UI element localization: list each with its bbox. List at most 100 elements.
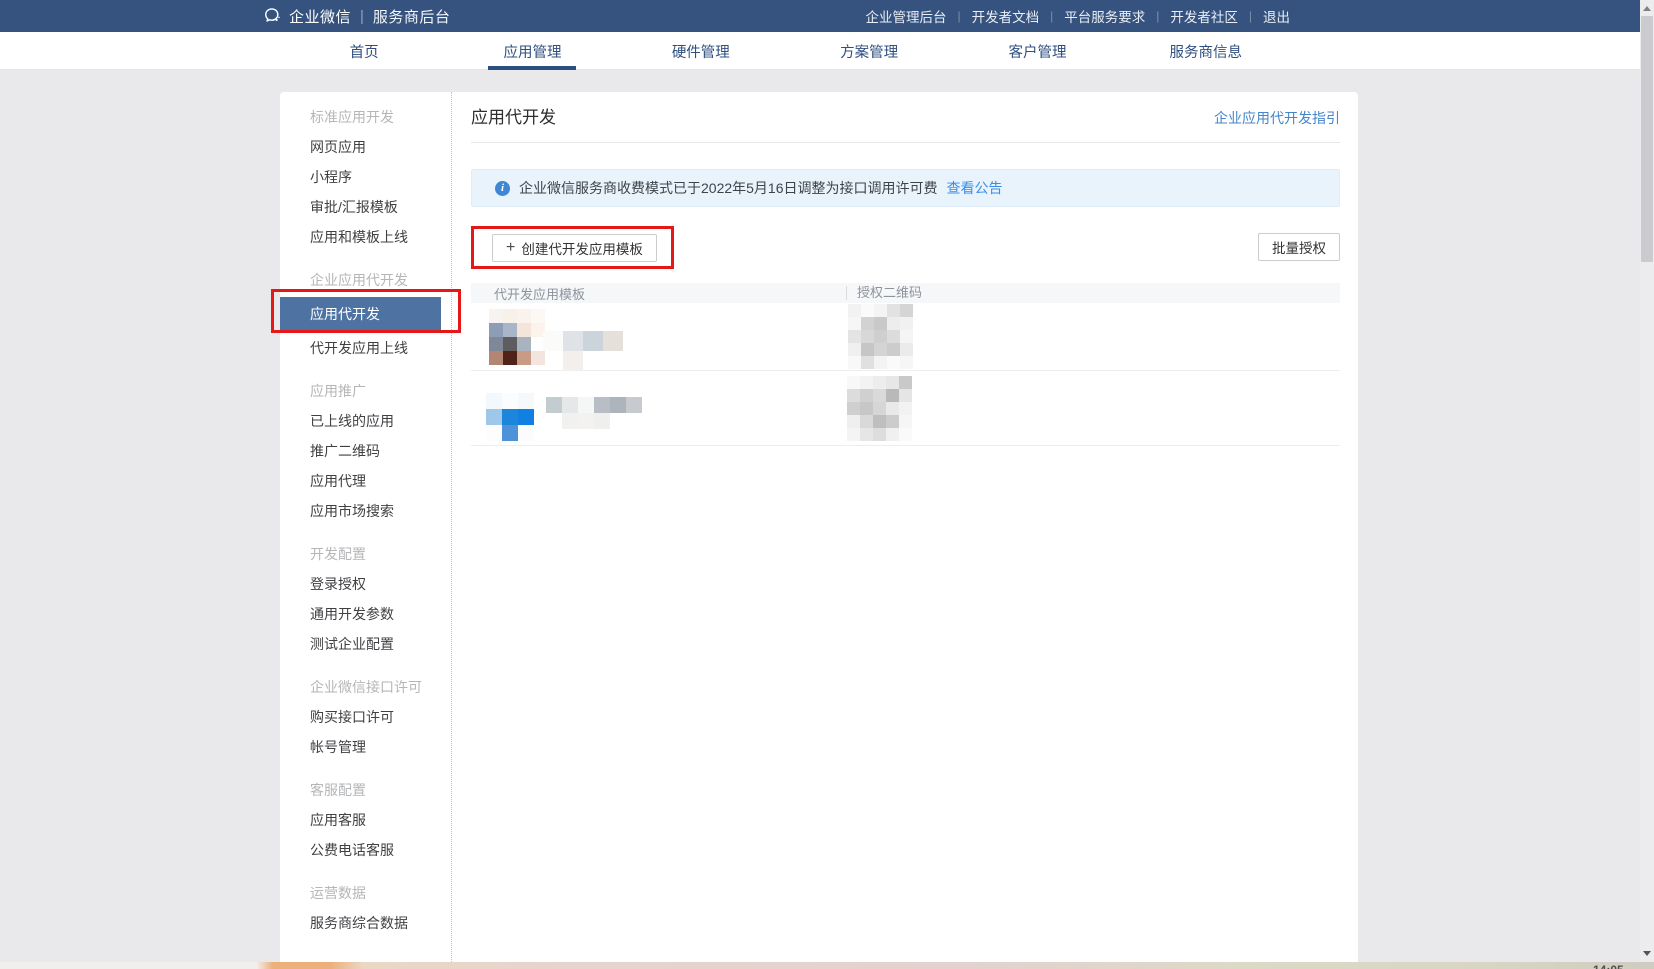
notice-banner: i 企业微信服务商收费模式已于2022年5月16日调整为接口调用许可费 查看公告: [471, 169, 1340, 207]
sidebar-item[interactable]: 登录授权: [280, 569, 451, 599]
scroll-up-arrow[interactable]: [1640, 1, 1654, 15]
nav-tab[interactable]: 服务商信息: [1122, 32, 1290, 70]
sidebar-group: 开发配置登录授权通用开发参数测试企业配置: [280, 539, 451, 659]
main-card: 标准应用开发网页应用小程序审批/汇报模板应用和模板上线企业应用代开发应用代开发代…: [280, 92, 1358, 962]
sidebar-item[interactable]: 应用和模板上线: [280, 222, 451, 252]
brand-logo[interactable]: 企业微信 | 服务商后台: [262, 6, 450, 27]
sidebar-item[interactable]: 推广二维码: [280, 436, 451, 466]
blurred-qr-code-2: [847, 376, 912, 441]
sidebar-item[interactable]: 网页应用: [280, 132, 451, 162]
topbar-link[interactable]: 企业管理后台: [866, 6, 947, 26]
nav-tab[interactable]: 首页: [280, 32, 448, 70]
brand-subtitle: 服务商后台: [373, 6, 451, 27]
batch-authorize-button[interactable]: 批量授权: [1258, 233, 1340, 261]
qr-cell: [846, 371, 1340, 445]
sidebar-group: 应用推广已上线的应用推广二维码应用代理应用市场搜索: [280, 376, 451, 526]
topbar-links: 企业管理后台|开发者文档|平台服务要求|开发者社区|退出: [866, 6, 1291, 26]
triangle-down-icon: [1643, 951, 1651, 956]
topbar-link-separator: |: [958, 9, 961, 23]
taskbar-clock: 14:05: [1593, 963, 1624, 969]
nav-tab-label: 硬件管理: [672, 41, 730, 62]
nav-tabs: 首页 应用管理 硬件管理 方案管理 客户管理 服务商信息: [280, 32, 1290, 70]
nav-tab-label: 客户管理: [1008, 41, 1066, 62]
page-title: 应用代开发: [471, 105, 556, 131]
sidebar-item[interactable]: 帐号管理: [280, 732, 451, 762]
topbar-link[interactable]: 退出: [1263, 6, 1290, 26]
sidebar-group-header: 企业微信接口许可: [280, 672, 451, 702]
table-row[interactable]: [471, 371, 1340, 446]
sidebar-group: 客服配置应用客服公费电话客服: [280, 775, 451, 865]
nav-tab-label: 服务商信息: [1170, 41, 1243, 62]
sidebar-group: 运营数据服务商综合数据: [280, 878, 451, 938]
sidebar-item[interactable]: 已上线的应用: [280, 406, 451, 436]
sidebar-item[interactable]: 小程序: [280, 162, 451, 192]
topbar-link[interactable]: 开发者文档: [972, 6, 1040, 26]
scrollbar-thumb[interactable]: [1641, 16, 1653, 262]
topbar-link[interactable]: 平台服务要求: [1064, 6, 1145, 26]
sidebar-item[interactable]: 审批/汇报模板: [280, 192, 451, 222]
sidebar-item[interactable]: 公费电话客服: [280, 835, 451, 865]
taskbar-strip: 14:05: [0, 962, 1654, 969]
sidebar-group-header: 客服配置: [280, 775, 451, 805]
notice-link[interactable]: 查看公告: [947, 178, 1003, 198]
sidebar-item[interactable]: 应用代理: [280, 466, 451, 496]
topbar-link-separator: |: [1156, 9, 1159, 23]
plus-icon: +: [506, 240, 515, 256]
brand-name: 企业微信: [289, 6, 351, 27]
blurred-app-icon-1: [489, 309, 545, 365]
nav-tab-label: 首页: [350, 41, 379, 62]
nav-tab[interactable]: 应用管理: [448, 32, 616, 70]
sidebar-item[interactable]: 应用客服: [280, 805, 451, 835]
sidebar-item[interactable]: 应用市场搜索: [280, 496, 451, 526]
sidebar-group-header: 运营数据: [280, 878, 451, 908]
templates-table: 代开发应用模板 授权二维码: [471, 283, 1340, 446]
sidebar-group: 企业应用代开发应用代开发代开发应用上线: [280, 265, 451, 363]
sidebar-item[interactable]: 服务商综合数据: [280, 908, 451, 938]
sidebar-item[interactable]: 应用代开发: [280, 297, 441, 331]
brand-divider: |: [360, 8, 364, 25]
sidebar-item[interactable]: 购买接口许可: [280, 702, 451, 732]
table-header: 代开发应用模板 授权二维码: [471, 283, 1340, 303]
nav-tab[interactable]: 方案管理: [785, 32, 953, 70]
template-cell: [471, 371, 846, 445]
topbar-link-separator: |: [1249, 9, 1252, 23]
sidebar-item[interactable]: 测试企业配置: [280, 629, 451, 659]
topbar-link[interactable]: 开发者社区: [1170, 6, 1238, 26]
guide-link[interactable]: 企业应用代开发指引: [1214, 108, 1340, 128]
create-template-label: 创建代开发应用模板: [521, 238, 643, 258]
nav-tab[interactable]: 硬件管理: [617, 32, 785, 70]
scroll-down-arrow[interactable]: [1640, 946, 1654, 960]
toolbar: + 创建代开发应用模板 批量授权: [471, 226, 1340, 274]
sidebar-item[interactable]: 代开发应用上线: [280, 333, 451, 363]
annotation-box-create-button: + 创建代开发应用模板: [471, 226, 674, 269]
sidebar-group-header: 标准应用开发: [280, 102, 451, 132]
primary-nav: 首页 应用管理 硬件管理 方案管理 客户管理 服务商信息: [0, 32, 1654, 70]
blurred-qr-code-1: [848, 304, 913, 369]
sidebar-group: 标准应用开发网页应用小程序审批/汇报模板应用和模板上线: [280, 102, 451, 252]
blurred-app-icon-2: [486, 393, 534, 441]
scrollbar: [1640, 0, 1654, 962]
annotation-box-sidebar: [271, 289, 461, 333]
sidebar-item[interactable]: 通用开发参数: [280, 599, 451, 629]
create-template-button[interactable]: + 创建代开发应用模板: [492, 234, 657, 262]
sidebar-group-header: 企业应用代开发: [280, 265, 451, 295]
wechat-work-logo-icon: [262, 6, 282, 26]
triangle-up-icon: [1643, 6, 1651, 11]
top-bar: 企业微信 | 服务商后台 企业管理后台 | 开发者文档 | 平台服务要求 | 开发者社区 | 退…: [0, 0, 1654, 32]
nav-tab-label: 应用管理: [503, 41, 561, 62]
blurred-app-name-1: [543, 331, 623, 371]
blurred-app-name-2: [546, 397, 642, 429]
qr-cell: [846, 303, 1340, 370]
column-header-template: 代开发应用模板: [471, 284, 846, 303]
column-header-qr: 授权二维码: [846, 286, 1340, 300]
template-cell: [471, 303, 846, 370]
sidebar: 标准应用开发网页应用小程序审批/汇报模板应用和模板上线企业应用代开发应用代开发代…: [280, 92, 452, 962]
header-divider: [471, 142, 1340, 143]
nav-tab[interactable]: 客户管理: [953, 32, 1121, 70]
table-row[interactable]: [471, 303, 1340, 371]
sidebar-group-header: 应用推广: [280, 376, 451, 406]
active-tab-underline: [488, 66, 576, 70]
content-area: 应用代开发 企业应用代开发指引 i 企业微信服务商收费模式已于2022年5月16…: [453, 92, 1358, 962]
sidebar-group: 企业微信接口许可购买接口许可帐号管理: [280, 672, 451, 762]
sidebar-group-header: 开发配置: [280, 539, 451, 569]
